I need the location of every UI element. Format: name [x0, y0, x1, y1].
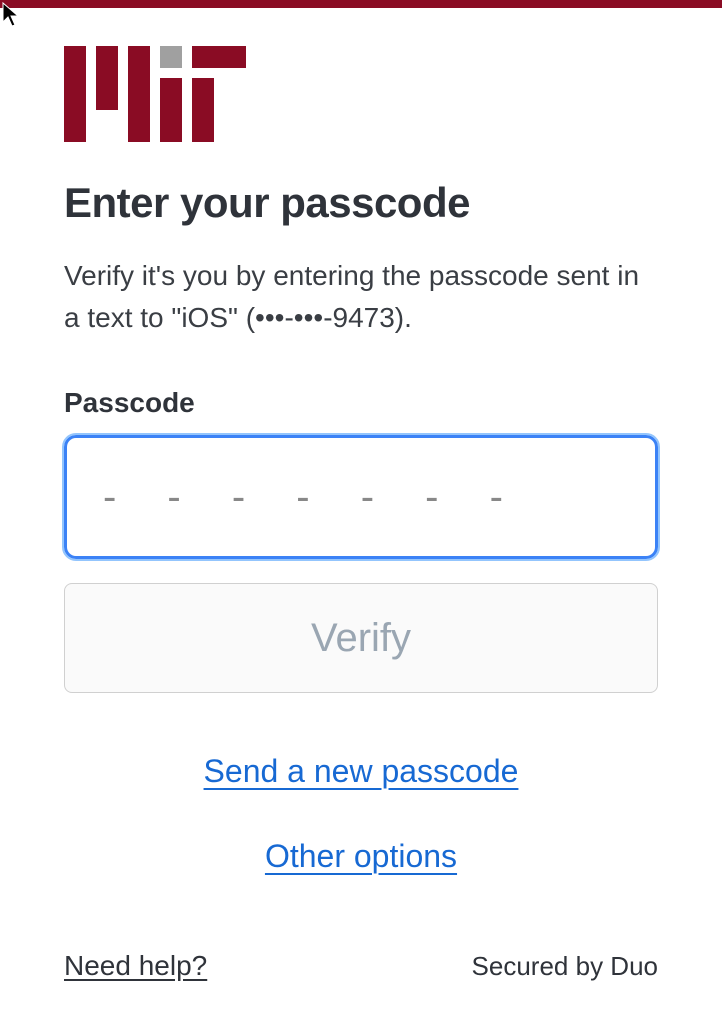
other-options-link[interactable]: Other options [265, 838, 457, 875]
mit-logo [64, 46, 658, 147]
secured-by-text: Secured by Duo [472, 951, 658, 982]
passcode-input[interactable] [64, 435, 658, 559]
footer: Need help? Secured by Duo [64, 910, 658, 982]
mouse-cursor-icon [2, 2, 22, 33]
top-accent-bar [0, 0, 722, 8]
passcode-label: Passcode [64, 387, 658, 419]
auth-container: Enter your passcode Verify it's you by e… [0, 8, 722, 1022]
send-new-passcode-link[interactable]: Send a new passcode [204, 753, 519, 790]
secondary-links: Send a new passcode Other options [64, 753, 658, 875]
need-help-link[interactable]: Need help? [64, 950, 207, 982]
page-heading: Enter your passcode [64, 179, 658, 227]
verify-button[interactable]: Verify [64, 583, 658, 693]
instruction-text: Verify it's you by entering the passcode… [64, 255, 658, 339]
